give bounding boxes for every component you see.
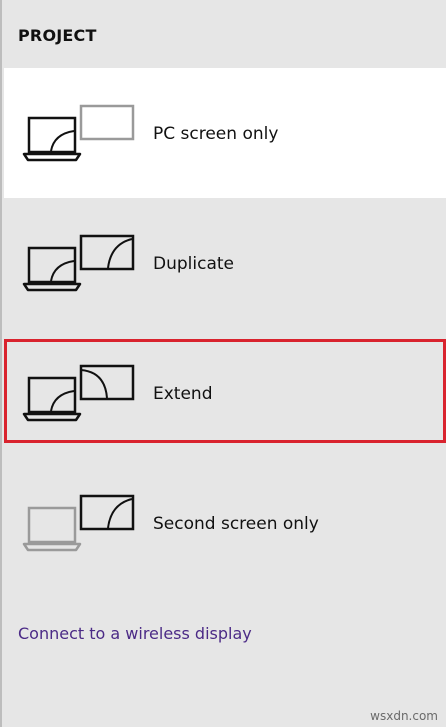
option-label-second-screen-only: Second screen only (153, 514, 319, 534)
option-pc-screen-only[interactable]: PC screen only (4, 68, 446, 198)
option-second-screen-only[interactable]: Second screen only (4, 458, 446, 588)
panel-title: PROJECT (18, 26, 97, 45)
option-duplicate[interactable]: Duplicate (4, 198, 446, 328)
duplicate-icon (22, 234, 135, 292)
connect-wireless-display-link[interactable]: Connect to a wireless display (18, 624, 252, 643)
pc-screen-only-icon (22, 104, 135, 162)
watermark: wsxdn.com (370, 709, 438, 723)
option-label-pc-screen-only: PC screen only (153, 124, 279, 144)
project-panel: PROJECT PC screen only Duplicate Extend … (0, 0, 446, 727)
option-label-duplicate: Duplicate (153, 254, 234, 274)
selection-highlight (4, 339, 446, 443)
second-screen-only-icon (22, 494, 135, 552)
